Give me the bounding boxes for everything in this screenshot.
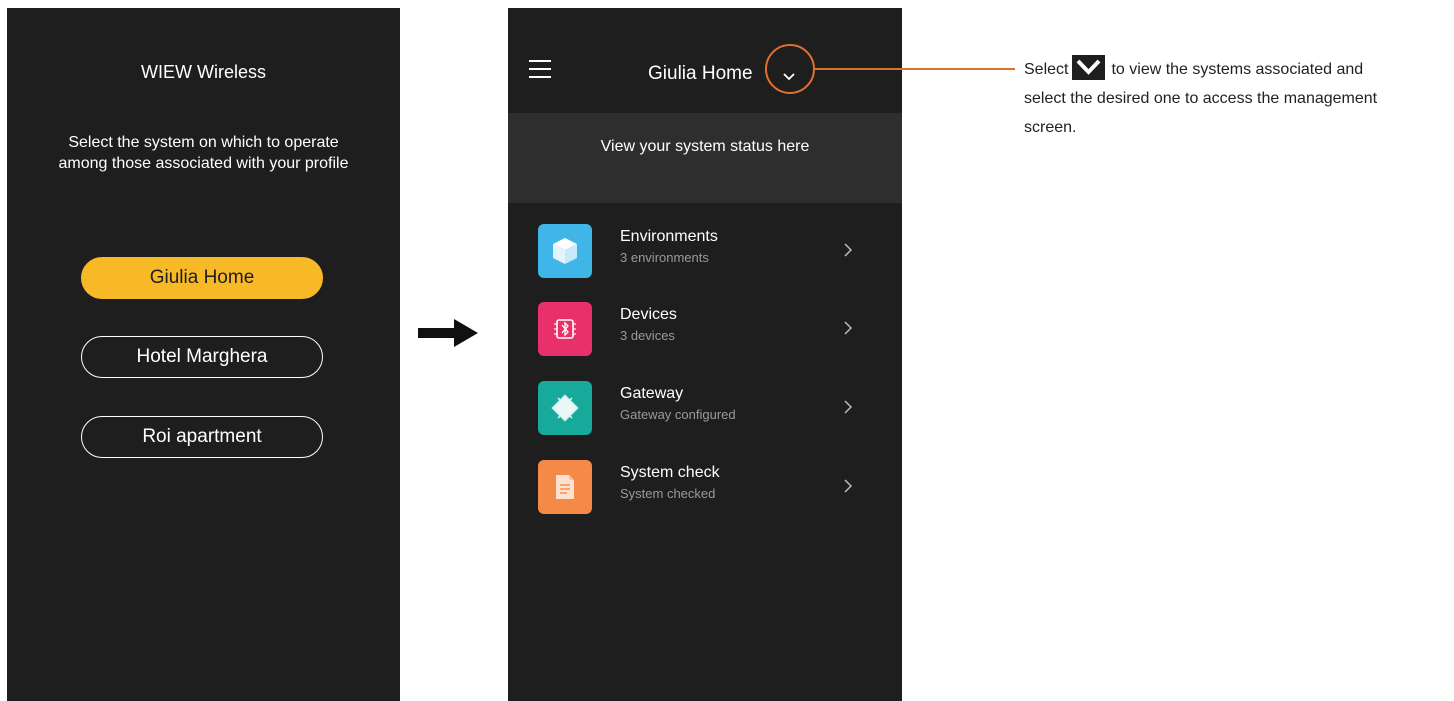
menu-item-title: Devices (620, 306, 677, 323)
menu-item-system-check[interactable]: System check System checked (508, 460, 902, 534)
chevron-right-icon (844, 243, 853, 257)
system-button-label: Roi apartment (142, 426, 262, 447)
menu-item-gateway[interactable]: Gateway Gateway configured (508, 381, 902, 455)
instruction-line-2: among those associated with your profile (58, 155, 349, 172)
menu-item-title: Environments (620, 228, 718, 245)
chevron-right-icon (844, 479, 853, 493)
menu-item-subtitle: Gateway configured (620, 407, 736, 422)
instruction-text: Select the system on which to operate am… (7, 132, 400, 174)
annotation-text: Select to view the systems associated and… (1024, 55, 1444, 142)
instruction-line-1: Select the system on which to operate (68, 134, 339, 151)
system-button-hotel-marghera[interactable]: Hotel Marghera (81, 336, 323, 378)
system-button-label: Giulia Home (149, 267, 255, 288)
hamburger-menu-icon[interactable] (529, 60, 551, 80)
menu-item-subtitle: 3 environments (620, 250, 709, 265)
system-button-label: Hotel Marghera (136, 346, 268, 367)
menu-item-subtitle: System checked (620, 486, 716, 501)
menu-item-title: Gateway (620, 385, 684, 402)
menu-item-subtitle: 3 devices (620, 328, 675, 343)
callout-connector-line (815, 68, 1015, 70)
annotation-line-1-rest: to view the systems associated and (1111, 61, 1364, 78)
chevron-right-icon (844, 400, 853, 414)
menu-item-environments[interactable]: Environments 3 environments (508, 224, 902, 298)
annotation-line-1: Select to view the systems associated and (1024, 55, 1444, 84)
app-header: Giulia Home (508, 8, 902, 113)
menu-item-title: System check (620, 464, 720, 481)
chevron-down-icon (1072, 55, 1106, 80)
menu-item-devices[interactable]: Devices 3 devices (508, 302, 902, 376)
chip-icon (538, 381, 592, 435)
app-title: WIEW Wireless (141, 62, 266, 82)
status-text: View your system status here (600, 138, 810, 155)
system-selection-screen: WIEW Wireless Select the system on which… (7, 8, 400, 701)
current-system-title: Giulia Home (648, 63, 753, 84)
annotation-select-word: Select (1024, 61, 1069, 78)
system-button-roi-apartment[interactable]: Roi apartment (81, 416, 323, 458)
cube-icon (538, 224, 592, 278)
annotation-line-3: screen. (1024, 119, 1077, 136)
right-arrow-icon (418, 319, 478, 347)
bluetooth-chip-icon (538, 302, 592, 356)
system-button-giulia-home[interactable]: Giulia Home (81, 257, 323, 299)
annotation-line-2: select the desired one to access the man… (1024, 90, 1378, 107)
callout-highlight-circle (765, 44, 815, 94)
document-icon (538, 460, 592, 514)
system-overview-screen: Giulia Home View your system status here… (508, 8, 902, 701)
chevron-right-icon (844, 321, 853, 335)
status-banner: View your system status here (508, 113, 902, 203)
